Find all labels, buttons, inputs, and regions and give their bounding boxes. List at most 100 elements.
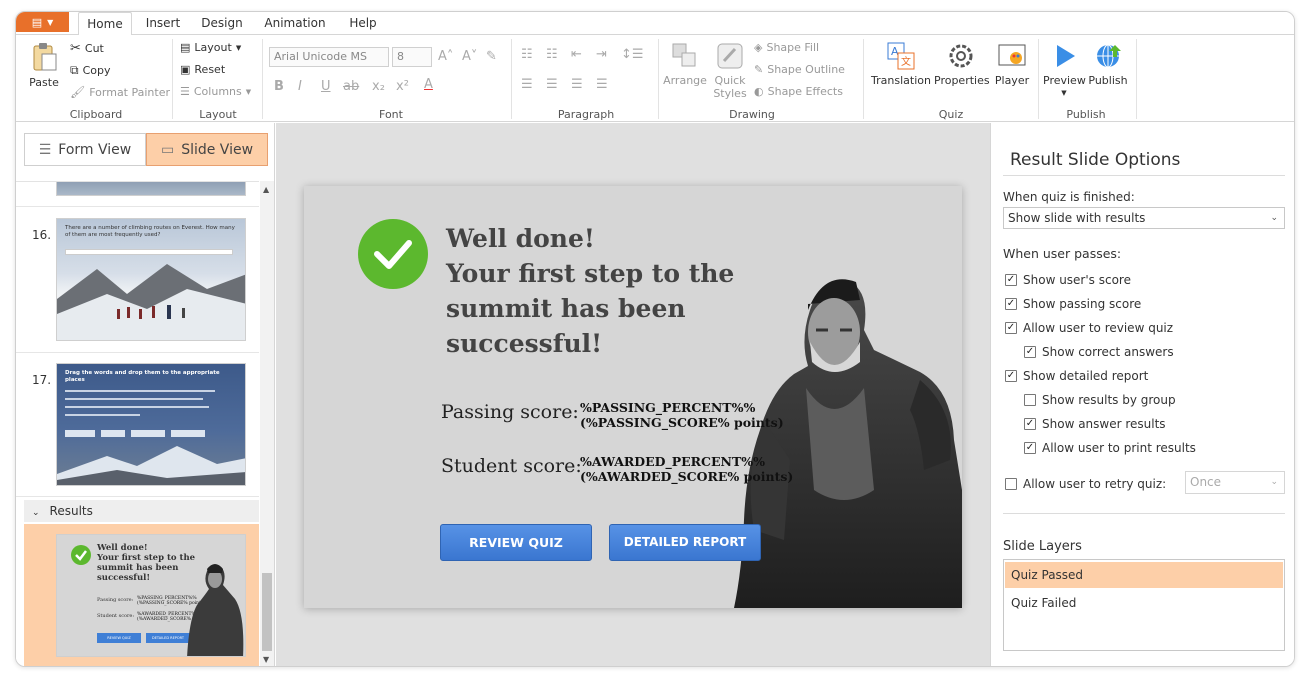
slide-list-scrollbar[interactable]: ▲ ▼ bbox=[260, 181, 274, 666]
bold-icon[interactable]: B bbox=[274, 79, 284, 94]
divider bbox=[172, 39, 173, 119]
layout-button[interactable]: ▤ Layout ▼ bbox=[180, 41, 241, 54]
file-menu-button[interactable]: ▤ ▼ bbox=[16, 12, 69, 32]
player-button[interactable]: Player bbox=[992, 41, 1032, 87]
align-center-icon[interactable]: ☰ bbox=[546, 77, 558, 92]
grow-font-icon[interactable]: A˄ bbox=[438, 49, 453, 64]
arrange-button[interactable]: Arrange bbox=[662, 41, 708, 87]
slide-thumbnail[interactable] bbox=[56, 182, 246, 196]
option-checkbox[interactable] bbox=[1024, 442, 1036, 454]
option-checkbox[interactable] bbox=[1005, 298, 1017, 310]
option-item[interactable]: Show passing score bbox=[1005, 297, 1141, 311]
retry-option[interactable]: Allow user to retry quiz: bbox=[1005, 477, 1166, 491]
option-checkbox[interactable] bbox=[1024, 346, 1036, 358]
reset-button[interactable]: ▣ Reset bbox=[180, 63, 225, 76]
align-left-icon[interactable]: ☰ bbox=[521, 77, 533, 92]
clear-format-icon[interactable]: ✎ bbox=[486, 49, 497, 64]
divider bbox=[16, 206, 259, 207]
heading-line: Well done! bbox=[446, 224, 595, 253]
cut-button[interactable]: ✂ Cut bbox=[70, 41, 104, 56]
format-painter-button[interactable]: 🖌 Format Painter bbox=[70, 85, 170, 99]
shape-fill-label: Shape Fill bbox=[766, 41, 820, 54]
subscript-icon[interactable]: x₂ bbox=[372, 79, 385, 94]
paste-button[interactable]: Paste bbox=[26, 41, 62, 89]
bullets-icon[interactable]: ☷ bbox=[521, 47, 533, 62]
option-checkbox[interactable] bbox=[1005, 322, 1017, 334]
arrange-label: Arrange bbox=[663, 74, 707, 87]
italic-icon[interactable]: I bbox=[298, 79, 302, 94]
detailed-report-button[interactable]: DETAILED REPORT bbox=[609, 524, 761, 561]
option-label: Show answer results bbox=[1042, 417, 1166, 431]
font-family-select[interactable]: Arial Unicode MS bbox=[269, 47, 389, 67]
columns-button[interactable]: ☰ Columns ▼ bbox=[180, 85, 251, 98]
thumb-review-button: REVIEW QUIZ bbox=[97, 633, 141, 643]
copy-button[interactable]: ⧉ Copy bbox=[70, 63, 110, 78]
scroll-up-icon[interactable]: ▲ bbox=[263, 185, 269, 194]
option-item[interactable]: Allow user to review quiz bbox=[1005, 321, 1173, 335]
option-checkbox[interactable] bbox=[1005, 274, 1017, 286]
option-item[interactable]: Show answer results bbox=[1024, 417, 1166, 431]
decrease-indent-icon[interactable]: ⇤ bbox=[571, 47, 582, 62]
retry-select[interactable]: Once ⌄ bbox=[1185, 471, 1285, 494]
superscript-icon[interactable]: x² bbox=[396, 79, 409, 94]
font-size-select[interactable]: 8 bbox=[392, 47, 432, 67]
scroll-down-icon[interactable]: ▼ bbox=[263, 655, 269, 664]
preview-button[interactable]: Preview ▼ bbox=[1043, 41, 1086, 100]
shape-fill-button[interactable]: ◈ Shape Fill bbox=[754, 41, 819, 54]
form-view-button[interactable]: ☰ Form View bbox=[24, 133, 146, 166]
retry-checkbox[interactable] bbox=[1005, 478, 1017, 490]
option-item[interactable]: Allow user to print results bbox=[1024, 441, 1196, 455]
slide-view-button[interactable]: ▭ Slide View bbox=[146, 133, 268, 166]
font-color-icon[interactable]: A bbox=[424, 77, 433, 92]
option-checkbox[interactable] bbox=[1024, 418, 1036, 430]
result-slide[interactable]: Well done! Your first step to the summit… bbox=[304, 186, 962, 608]
quick-styles-button[interactable]: Quick Styles bbox=[708, 41, 752, 100]
passing-points-text: (%PASSING_SCORE% points) bbox=[580, 415, 784, 430]
form-icon: ☰ bbox=[38, 141, 52, 158]
results-group-header[interactable]: ⌄ Results bbox=[24, 500, 259, 522]
layer-quiz-failed[interactable]: Quiz Failed bbox=[1005, 590, 1283, 616]
slide-thumbnail-16[interactable]: There are a number of climbing routes on… bbox=[56, 218, 246, 341]
tab-animation[interactable]: Animation bbox=[260, 12, 330, 34]
underline-icon[interactable]: U bbox=[321, 79, 331, 94]
thumb-student-label: Student score: bbox=[97, 613, 135, 619]
option-label: Show correct answers bbox=[1042, 345, 1174, 359]
clipboard-group-label: Clipboard bbox=[69, 108, 123, 121]
option-checkbox[interactable] bbox=[1005, 370, 1017, 382]
tab-insert[interactable]: Insert bbox=[136, 12, 190, 34]
properties-button[interactable]: Properties bbox=[934, 41, 990, 87]
player-icon bbox=[998, 44, 1026, 66]
line-spacing-icon[interactable]: ↕☰ bbox=[621, 47, 644, 62]
numbering-icon[interactable]: ☷ bbox=[546, 47, 558, 62]
tab-help[interactable]: Help bbox=[338, 12, 388, 34]
shape-outline-button[interactable]: ✎ Shape Outline bbox=[754, 63, 845, 76]
selected-slide-highlight[interactable]: Well done! Your first step to the summit h… bbox=[24, 524, 259, 666]
publish-button[interactable]: Publish bbox=[1085, 41, 1131, 87]
finished-select[interactable]: Show slide with results ⌄ bbox=[1003, 207, 1285, 229]
slide-thumbnail-17[interactable]: Drag the words and drop them to the appr… bbox=[56, 363, 246, 486]
tab-design[interactable]: Design bbox=[194, 12, 250, 34]
option-item[interactable]: Show results by group bbox=[1024, 393, 1176, 407]
awarded-percent-text: %AWARDED_PERCENT%% bbox=[580, 454, 766, 469]
review-quiz-button[interactable]: REVIEW QUIZ bbox=[440, 524, 592, 561]
option-checkbox[interactable] bbox=[1024, 394, 1036, 406]
strikethrough-icon[interactable]: ab bbox=[343, 79, 359, 94]
align-right-icon[interactable]: ☰ bbox=[571, 77, 583, 92]
shrink-font-icon[interactable]: A˅ bbox=[462, 49, 477, 64]
option-item[interactable]: Show detailed report bbox=[1005, 369, 1148, 383]
passing-score-label: Passing score: bbox=[441, 401, 579, 423]
heading-line: summit has been bbox=[446, 294, 686, 323]
check-circle-icon bbox=[358, 219, 428, 289]
option-item[interactable]: Show user's score bbox=[1005, 273, 1131, 287]
shape-effects-button[interactable]: ◐ Shape Effects bbox=[754, 85, 843, 98]
layer-quiz-passed[interactable]: Quiz Passed bbox=[1005, 562, 1283, 588]
option-item[interactable]: Show correct answers bbox=[1024, 345, 1174, 359]
divider bbox=[262, 39, 263, 119]
slide-thumbnail-results[interactable]: Well done! Your first step to the summit h… bbox=[56, 534, 246, 657]
preview-label: Preview bbox=[1043, 74, 1086, 87]
tab-home[interactable]: Home bbox=[78, 12, 132, 35]
scroll-thumb[interactable] bbox=[262, 573, 272, 651]
increase-indent-icon[interactable]: ⇥ bbox=[596, 47, 607, 62]
justify-icon[interactable]: ☰ bbox=[596, 77, 608, 92]
translation-button[interactable]: A文 Translation bbox=[870, 41, 932, 87]
